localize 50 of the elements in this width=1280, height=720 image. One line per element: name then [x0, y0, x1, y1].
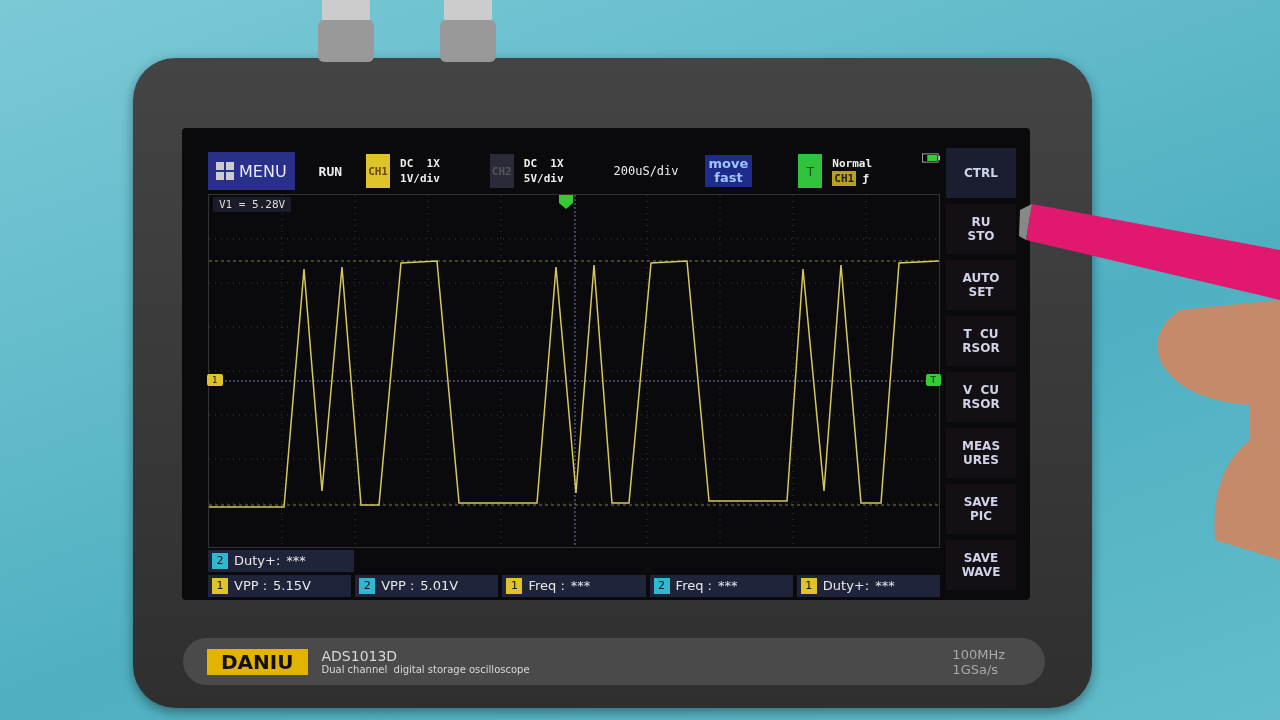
trigger-mode: Normal — [832, 156, 873, 171]
side-menu-button[interactable]: V CU RSOR — [946, 372, 1016, 422]
trigger-badge[interactable]: T — [798, 154, 823, 188]
measurement-label: Freq : — [528, 578, 565, 593]
trigger-level-marker[interactable]: T — [925, 374, 941, 386]
trigger-position-icon[interactable] — [559, 195, 573, 209]
brand-logo: DANIU — [207, 648, 308, 675]
grid-icon — [216, 162, 234, 180]
measurement-value: 5.01V — [420, 578, 459, 593]
measurement-value: *** — [875, 578, 895, 593]
measurement-label: VPP : — [234, 578, 268, 593]
channel-scale: 1V/div — [400, 171, 440, 186]
channel-marker[interactable]: 1 — [207, 374, 223, 386]
channel-tag: 2 — [359, 577, 376, 594]
move-mode-button[interactable]: move fast — [704, 155, 753, 187]
channel-badge[interactable]: CH1 — [366, 154, 391, 188]
channel-coupling: DC 1X — [400, 156, 440, 171]
battery-icon — [922, 152, 940, 164]
description: Dual channel digital storage oscilloscope — [321, 664, 530, 675]
channel-tag: 1 — [800, 577, 817, 594]
side-menu-button[interactable]: AUTO SET — [946, 260, 1016, 310]
side-menu-button[interactable]: SAVE WAVE — [946, 540, 1016, 590]
side-menu-button[interactable]: MEAS URES — [946, 428, 1016, 478]
measurement-value: *** — [717, 578, 738, 593]
measurement-label: Freq : — [675, 578, 712, 593]
spec-text: 1GSa/s — [952, 661, 1000, 677]
measurement-label: Duty+: — [822, 578, 870, 593]
side-menu-button[interactable]: RU STO — [946, 204, 1016, 254]
run-status: RUN — [317, 163, 344, 179]
channel-tag: 2 — [653, 577, 670, 594]
model-name: ADS1013D — [321, 648, 399, 664]
side-menu-button[interactable]: CTRL — [946, 148, 1016, 198]
timebase: 200uS/div — [613, 164, 679, 178]
spec-text: 100MHz — [952, 646, 1005, 662]
measurement-value: *** — [570, 578, 591, 593]
channel-tag: 1 — [212, 577, 228, 594]
menu-button[interactable]: MENU — [208, 152, 295, 190]
channel-tag: 1 — [506, 577, 523, 594]
trigger-edge: ƒ — [862, 171, 869, 186]
channel-tag: 2 — [212, 552, 228, 569]
measurement-value: *** — [286, 553, 306, 568]
trigger-source: CH1 — [832, 171, 857, 186]
measurement-value: 5.15V — [273, 578, 311, 593]
channel-coupling: DC 1X — [523, 156, 564, 171]
channel-scale: 5V/div — [523, 171, 564, 186]
measurement-label: Duty+: — [234, 553, 281, 568]
side-menu-button[interactable]: T CU RSOR — [946, 316, 1016, 366]
cursor-readout: V1 = 5.28V — [213, 197, 292, 212]
side-menu-button[interactable]: SAVE PIC — [946, 484, 1016, 534]
measurement-label: VPP : — [381, 578, 415, 593]
